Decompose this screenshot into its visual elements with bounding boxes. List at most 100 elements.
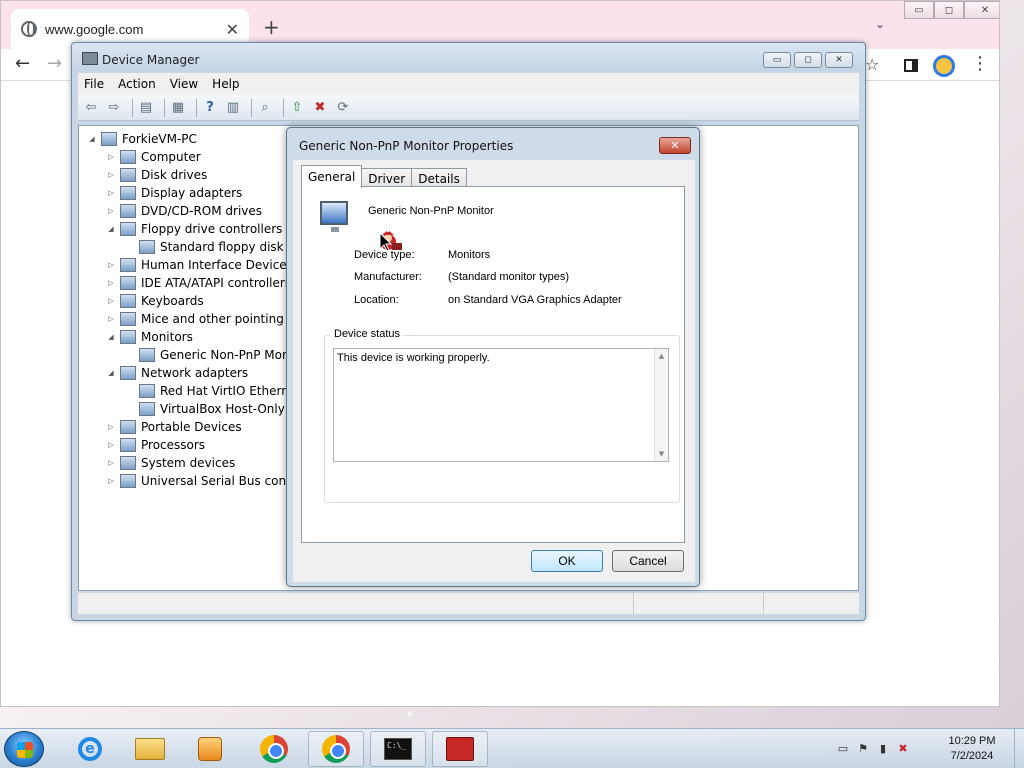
- tree-category[interactable]: ▷ Display adapters: [106, 184, 242, 202]
- tree-category[interactable]: ▷ DVD/CD-ROM drives: [106, 202, 262, 220]
- tree-category[interactable]: ▷ Computer: [106, 148, 201, 166]
- close-button[interactable]: ✕: [964, 1, 999, 19]
- toolbox-icon: [446, 737, 474, 761]
- action-center-flag-icon[interactable]: ⚑: [856, 741, 870, 755]
- tree-category[interactable]: ▷ Universal Serial Bus control: [106, 472, 306, 490]
- tree-label: Human Interface Devices: [141, 258, 293, 272]
- taskbar-file-explorer[interactable]: [122, 731, 178, 767]
- dm-minimize-button[interactable]: ▭: [763, 52, 791, 68]
- tab-close-icon[interactable]: ✕: [226, 20, 239, 39]
- bookmark-star-icon[interactable]: ☆: [865, 55, 879, 74]
- tree-device[interactable]: Standard floppy disk co: [125, 238, 301, 256]
- cancel-button[interactable]: Cancel: [612, 550, 684, 572]
- tab-general[interactable]: General: [301, 165, 363, 188]
- volume-muted-icon[interactable]: ✖: [896, 741, 910, 755]
- clock[interactable]: 10:29 PM 7/2/2024: [940, 734, 1004, 764]
- taskbar-chrome[interactable]: [246, 731, 302, 767]
- taskbar-media-player[interactable]: [182, 731, 238, 767]
- taskbar-chrome-running[interactable]: [308, 731, 364, 767]
- dm-close-button[interactable]: ✕: [825, 52, 853, 68]
- expand-chevron-icon[interactable]: ▷: [106, 153, 116, 161]
- tree-category[interactable]: ▷ Processors: [106, 436, 205, 454]
- tree-device[interactable]: VirtualBox Host-Only Et: [125, 400, 301, 418]
- new-tab-button[interactable]: +: [263, 15, 280, 39]
- tree-category[interactable]: ▷ Mice and other pointing de: [106, 310, 303, 328]
- tree-category[interactable]: ▷ Disk drives: [106, 166, 207, 184]
- view-icon[interactable]: ▥: [224, 100, 242, 116]
- expand-chevron-icon[interactable]: ▷: [106, 171, 116, 179]
- status-scrollbar[interactable]: ▲ ▼: [654, 349, 668, 461]
- scroll-down-icon[interactable]: ▼: [659, 450, 664, 458]
- tree-category[interactable]: ◢ Floppy drive controllers: [106, 220, 282, 238]
- keyboard-icon[interactable]: ▭: [836, 741, 850, 755]
- dm-maximize-button[interactable]: ◻: [794, 52, 822, 68]
- expand-chevron-icon[interactable]: ▷: [106, 297, 116, 305]
- menu-action[interactable]: Action: [118, 77, 156, 91]
- taskbar-command-prompt[interactable]: C:\_: [370, 731, 426, 767]
- expand-chevron-icon[interactable]: ◢: [87, 135, 97, 143]
- tree-category[interactable]: ▷ System devices: [106, 454, 235, 472]
- ok-button[interactable]: OK: [531, 550, 603, 572]
- device-manager-titlebar[interactable]: Device Manager ▭ ◻ ✕: [72, 43, 865, 71]
- forward-arrow-icon[interactable]: →: [47, 53, 62, 74]
- device-status-textbox[interactable]: This device is working properly. ▲ ▼: [333, 348, 669, 462]
- profile-avatar-icon[interactable]: [933, 55, 955, 77]
- taskbar-device-manager[interactable]: [432, 731, 488, 767]
- back-arrow-icon[interactable]: ⇦: [82, 100, 100, 116]
- network-icon[interactable]: ▮: [876, 741, 890, 755]
- forward-arrow-icon[interactable]: ⇨: [105, 100, 123, 116]
- scroll-up-icon[interactable]: ▲: [659, 352, 664, 360]
- toolbar-separator: [164, 98, 165, 117]
- tree-category[interactable]: ◢ Network adapters: [106, 364, 248, 382]
- uninstall-icon[interactable]: ✖: [311, 100, 329, 116]
- status-pane: [764, 593, 859, 614]
- properties-titlebar[interactable]: Generic Non-PnP Monitor Properties ✕: [287, 128, 699, 160]
- maximize-button[interactable]: ◻: [934, 1, 964, 19]
- expand-chevron-icon[interactable]: ▷: [106, 477, 116, 485]
- toolbar-separator: [283, 98, 284, 117]
- expand-chevron-icon[interactable]: ▷: [106, 189, 116, 197]
- tab-search-chevron-icon[interactable]: ⌄: [875, 17, 885, 31]
- tab-details[interactable]: Details: [411, 168, 467, 188]
- chrome-menu-icon[interactable]: ⋮: [971, 53, 989, 74]
- manufacturer-value: (Standard monitor types): [448, 271, 570, 283]
- tree-root[interactable]: ◢ ForkieVM-PC: [87, 130, 197, 148]
- enable-icon[interactable]: ⟳: [334, 100, 352, 116]
- help-icon[interactable]: ?: [201, 100, 219, 116]
- expand-chevron-icon[interactable]: ▷: [106, 261, 116, 269]
- show-desktop-button[interactable]: [1014, 729, 1024, 768]
- expand-chevron-icon[interactable]: ◢: [106, 333, 116, 341]
- properties-icon[interactable]: ▤: [137, 100, 155, 116]
- tree-category[interactable]: ◢ Monitors: [106, 328, 193, 346]
- device-category-icon: [120, 276, 136, 290]
- tree-label: Disk drives: [141, 168, 208, 182]
- expand-chevron-icon[interactable]: ▷: [106, 315, 116, 323]
- properties-close-button[interactable]: ✕: [659, 137, 691, 154]
- taskbar-internet-explorer[interactable]: e: [62, 731, 118, 767]
- side-panel-icon[interactable]: [904, 59, 918, 72]
- tree-device[interactable]: Generic Non-PnP Moni: [125, 346, 293, 364]
- tree-device[interactable]: Red Hat VirtIO Ethernet: [125, 382, 301, 400]
- tree-category[interactable]: ▷ IDE ATA/ATAPI controllers: [106, 274, 291, 292]
- menu-file[interactable]: File: [84, 77, 104, 91]
- back-arrow-icon[interactable]: ←: [15, 53, 30, 74]
- menu-help[interactable]: Help: [212, 77, 239, 91]
- tree-category[interactable]: ▷ Keyboards: [106, 292, 204, 310]
- expand-chevron-icon[interactable]: ◢: [106, 369, 116, 377]
- start-button[interactable]: [4, 731, 44, 767]
- tab-driver[interactable]: Driver: [361, 168, 413, 188]
- tree-category[interactable]: ▷ Human Interface Devices: [106, 256, 293, 274]
- expand-chevron-icon[interactable]: ▷: [106, 459, 116, 467]
- tree-category[interactable]: ▷ Portable Devices: [106, 418, 242, 436]
- expand-chevron-icon[interactable]: ▷: [106, 207, 116, 215]
- show-hidden-icon[interactable]: ▦: [169, 100, 187, 116]
- expand-chevron-icon[interactable]: ▷: [106, 279, 116, 287]
- menu-view[interactable]: View: [170, 77, 198, 91]
- expand-chevron-icon[interactable]: ▷: [106, 423, 116, 431]
- minimize-button[interactable]: ▭: [904, 1, 934, 19]
- update-driver-icon[interactable]: ⇧: [288, 100, 306, 116]
- expand-chevron-icon[interactable]: ◢: [106, 225, 116, 233]
- expand-chevron-icon[interactable]: ▷: [106, 441, 116, 449]
- scan-icon[interactable]: ⌕: [256, 100, 274, 116]
- device-category-icon: [120, 204, 136, 218]
